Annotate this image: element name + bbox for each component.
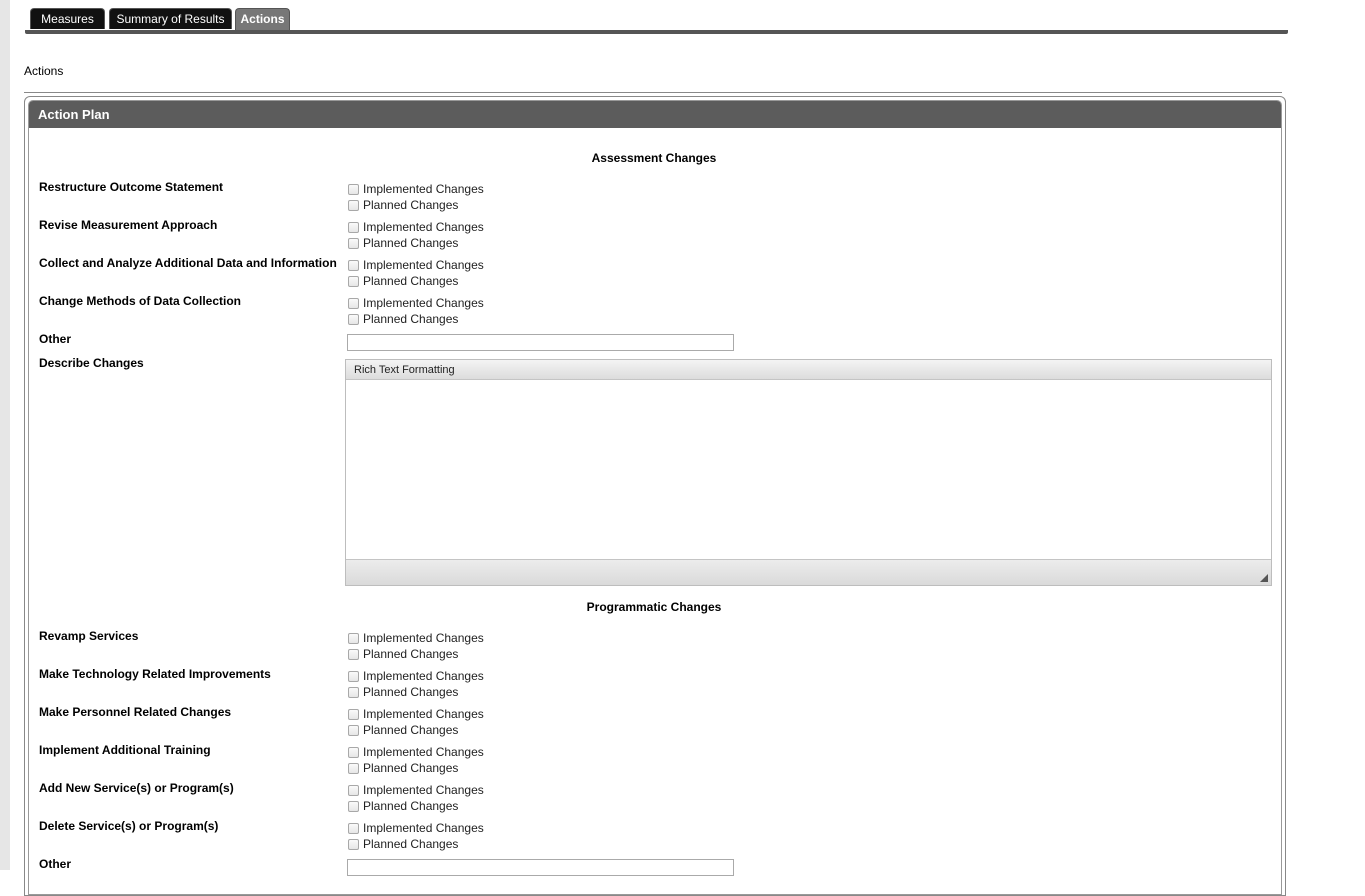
planned-option: Planned Changes <box>347 684 458 700</box>
resize-handle-icon[interactable] <box>1260 574 1268 582</box>
assessment-heading: Assessment Changes <box>591 151 717 165</box>
programmatic-item-label: Implement Additional Training <box>39 743 211 757</box>
assessment-item-label: Restructure Outcome Statement <box>39 180 224 194</box>
implemented-checkbox[interactable] <box>348 221 359 233</box>
tab-underline <box>25 30 1288 34</box>
implemented-checkbox[interactable] <box>348 822 359 834</box>
checkbox-label: Implemented Changes <box>363 258 484 272</box>
implemented-option: Implemented Changes <box>347 295 484 311</box>
implemented-option: Implemented Changes <box>347 820 484 836</box>
checkbox-label: Planned Changes <box>363 274 459 288</box>
programmatic-item-label: Delete Service(s) or Program(s) <box>39 819 219 833</box>
planned-option: Planned Changes <box>347 646 458 662</box>
checkbox-label: Implemented Changes <box>363 783 484 797</box>
section-label: Actions <box>24 64 64 78</box>
tab-actions[interactable]: Actions <box>235 8 290 30</box>
checkbox-label: Planned Changes <box>363 837 459 851</box>
checkbox-label: Planned Changes <box>363 198 459 212</box>
planned-checkbox[interactable] <box>348 648 359 660</box>
planned-checkbox[interactable] <box>348 838 359 850</box>
checkbox-label: Implemented Changes <box>363 707 484 721</box>
implemented-option: Implemented Changes <box>347 181 484 197</box>
editor-text-area[interactable] <box>346 380 1271 560</box>
assessment-item-label: Revise Measurement Approach <box>39 218 218 232</box>
implemented-checkbox[interactable] <box>348 670 359 682</box>
implemented-checkbox[interactable] <box>348 297 359 309</box>
planned-option: Planned Changes <box>347 235 458 251</box>
describe-changes-label: Describe Changes <box>39 356 144 370</box>
implemented-checkbox[interactable] <box>348 784 359 796</box>
planned-checkbox[interactable] <box>348 199 359 211</box>
checkbox-label: Implemented Changes <box>363 296 484 310</box>
checkbox-label: Planned Changes <box>363 723 459 737</box>
programmatic-item-label: Add New Service(s) or Program(s) <box>39 781 234 795</box>
implemented-option: Implemented Changes <box>347 257 484 273</box>
checkbox-label: Planned Changes <box>363 312 459 326</box>
programmatic-other-input[interactable] <box>347 859 734 876</box>
checkbox-label: Implemented Changes <box>363 821 484 835</box>
editor-toolbar[interactable]: Rich Text Formatting <box>346 360 1271 380</box>
planned-option: Planned Changes <box>347 836 458 852</box>
planned-checkbox[interactable] <box>348 237 359 249</box>
planned-checkbox[interactable] <box>348 724 359 736</box>
action-plan-panel: Action Plan Assessment Changes Restructu… <box>24 96 1286 896</box>
tab-measures[interactable]: Measures <box>30 8 105 29</box>
tab-summary-of-results[interactable]: Summary of Results <box>109 8 232 29</box>
assessment-item-label: Collect and Analyze Additional Data and … <box>39 256 337 270</box>
implemented-option: Implemented Changes <box>347 706 484 722</box>
implemented-checkbox[interactable] <box>348 746 359 758</box>
implemented-option: Implemented Changes <box>347 782 484 798</box>
assessment-other-input[interactable] <box>347 334 734 351</box>
left-rail <box>0 0 10 870</box>
implemented-option: Implemented Changes <box>347 630 484 646</box>
planned-checkbox[interactable] <box>348 313 359 325</box>
implemented-option: Implemented Changes <box>347 668 484 684</box>
implemented-checkbox[interactable] <box>348 183 359 195</box>
implemented-option: Implemented Changes <box>347 744 484 760</box>
divider <box>24 92 1282 93</box>
implemented-checkbox[interactable] <box>348 708 359 720</box>
programmatic-item-label: Make Technology Related Improvements <box>39 667 271 681</box>
editor-footer <box>346 559 1271 585</box>
checkbox-label: Implemented Changes <box>363 631 484 645</box>
planned-option: Planned Changes <box>347 311 458 327</box>
planned-option: Planned Changes <box>347 197 458 213</box>
planned-option: Planned Changes <box>347 273 458 289</box>
planned-option: Planned Changes <box>347 760 458 776</box>
programmatic-heading: Programmatic Changes <box>586 600 722 614</box>
rich-text-editor: Rich Text Formatting <box>345 359 1272 586</box>
checkbox-label: Planned Changes <box>363 647 459 661</box>
other-label: Other <box>39 332 72 346</box>
planned-checkbox[interactable] <box>348 686 359 698</box>
implemented-option: Implemented Changes <box>347 219 484 235</box>
checkbox-label: Planned Changes <box>363 799 459 813</box>
planned-checkbox[interactable] <box>348 800 359 812</box>
checkbox-label: Implemented Changes <box>363 220 484 234</box>
planned-option: Planned Changes <box>347 722 458 738</box>
checkbox-label: Planned Changes <box>363 236 459 250</box>
checkbox-label: Implemented Changes <box>363 182 484 196</box>
programmatic-item-label: Make Personnel Related Changes <box>39 705 232 719</box>
checkbox-label: Planned Changes <box>363 761 459 775</box>
planned-checkbox[interactable] <box>348 275 359 287</box>
implemented-checkbox[interactable] <box>348 259 359 271</box>
planned-option: Planned Changes <box>347 798 458 814</box>
planned-checkbox[interactable] <box>348 762 359 774</box>
assessment-item-label: Change Methods of Data Collection <box>39 294 242 308</box>
panel-title: Action Plan <box>29 101 1281 128</box>
checkbox-label: Implemented Changes <box>363 745 484 759</box>
checkbox-label: Planned Changes <box>363 685 459 699</box>
implemented-checkbox[interactable] <box>348 632 359 644</box>
programmatic-item-label: Revamp Services <box>39 629 139 643</box>
other-label: Other <box>39 857 72 871</box>
checkbox-label: Implemented Changes <box>363 669 484 683</box>
